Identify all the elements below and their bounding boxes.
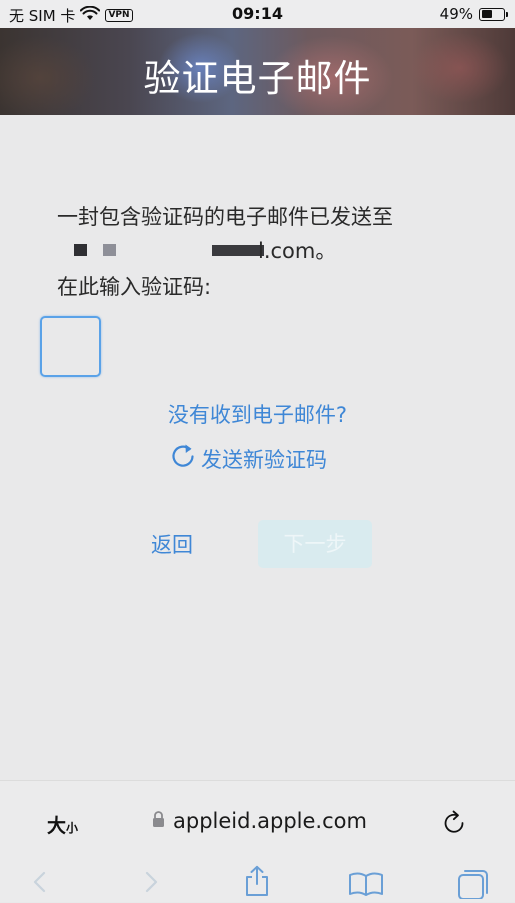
battery-fill <box>481 10 492 18</box>
redaction-block <box>74 244 87 256</box>
battery-icon <box>479 7 508 21</box>
status-time: 09:14 <box>232 4 283 23</box>
resend-code-link[interactable]: 发送新验证码 <box>170 443 327 474</box>
back-button[interactable]: 返回 <box>151 529 193 559</box>
tabs-icon[interactable] <box>457 869 489 903</box>
text-size-big: 大 <box>47 815 67 837</box>
redaction-block <box>212 244 264 256</box>
intro-text: 一封包含验证码的电子邮件已发送至 <box>57 205 393 229</box>
resend-code-label: 发送新验证码 <box>201 447 327 472</box>
verify-email-panel: 一封包含验证码的电子邮件已发送至 l.com。 在此输入验证码: 没有收到电子邮… <box>0 115 515 780</box>
masked-email: l.com。 <box>74 236 336 264</box>
no-email-link[interactable]: 没有收到电子邮件? <box>0 399 515 429</box>
next-button[interactable]: 下一步 <box>258 520 372 568</box>
email-suffix: l.com。 <box>258 239 337 263</box>
battery-percent: 49% <box>439 5 473 23</box>
bookmarks-icon[interactable] <box>348 871 384 901</box>
code-prompt: 在此输入验证码: <box>57 275 212 299</box>
forward-arrow-icon[interactable] <box>141 870 161 898</box>
address-bar[interactable]: appleid.apple.com <box>152 809 367 833</box>
page-title: 验证电子邮件 <box>143 57 372 100</box>
status-bar: 无 SIM 卡 VPN 09:14 49% <box>0 0 515 28</box>
back-arrow-icon[interactable] <box>30 870 50 898</box>
text-size-small: 小 <box>66 821 79 835</box>
reload-icon[interactable] <box>442 810 466 840</box>
url-text: appleid.apple.com <box>173 809 367 833</box>
status-right: 49% <box>439 5 508 23</box>
refresh-icon <box>170 443 197 474</box>
lock-icon <box>152 810 165 832</box>
text-size-button[interactable]: 大小 <box>47 811 78 838</box>
browser-bar: 大小 appleid.apple.com <box>0 780 515 902</box>
redaction-block <box>103 244 116 256</box>
share-icon[interactable] <box>243 865 271 901</box>
page-header: 验证电子邮件 <box>0 28 515 115</box>
verification-code-input[interactable] <box>40 316 101 377</box>
